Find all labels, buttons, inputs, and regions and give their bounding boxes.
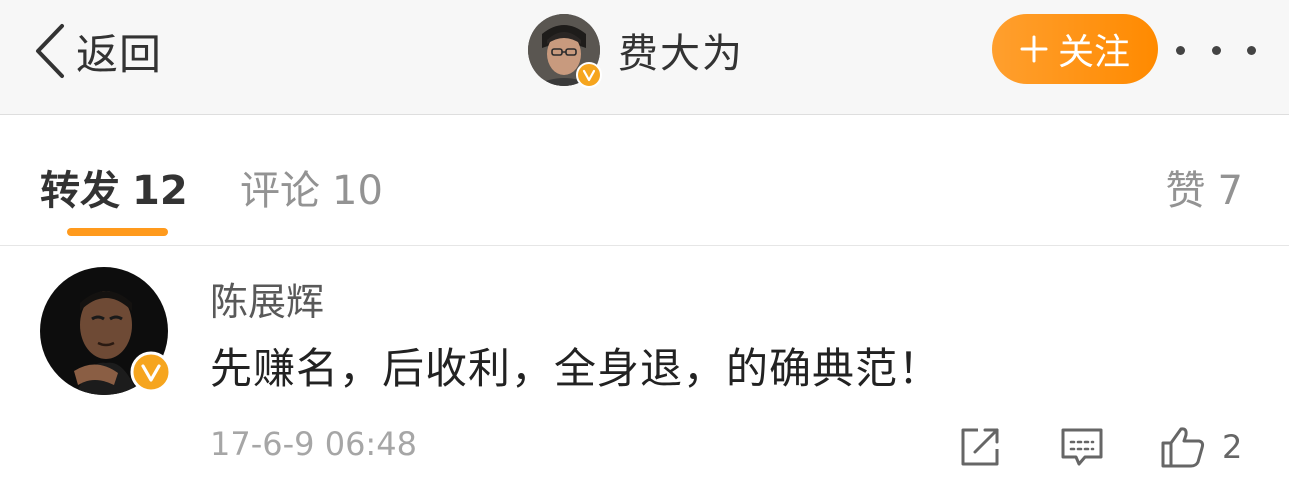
tab-repost[interactable]: 转发 12 [40, 158, 188, 216]
active-tab-indicator [67, 228, 168, 236]
comment-text: 先赚名，后收利，全身退，的确典范！ [210, 344, 942, 393]
nav-user-name[interactable]: 费大为 [618, 21, 744, 79]
commenter-avatar[interactable] [40, 267, 172, 395]
like-button[interactable]: 2 [1160, 425, 1242, 469]
like-count: 2 [1222, 428, 1243, 466]
more-options-button[interactable] [1176, 32, 1256, 68]
more-dots-icon [1211, 45, 1221, 55]
comment-timestamp: 17-6-9 06:48 [210, 425, 417, 463]
more-dots-icon [1247, 45, 1256, 55]
more-dots-icon [1176, 45, 1185, 55]
interaction-tabs: 转发 12 评论 10 赞7 [0, 116, 1289, 246]
follow-button[interactable]: 关注 [992, 14, 1158, 84]
list-item: 陈展辉 先赚名，后收利，全身退，的确典范！ 17-6-9 06:48 2 [0, 247, 1289, 493]
verified-badge-icon [130, 351, 172, 393]
back-button[interactable]: 返回 [28, 20, 162, 82]
commenter-name[interactable]: 陈展辉 [210, 271, 324, 326]
plus-icon [1020, 35, 1048, 63]
reply-button[interactable] [1060, 425, 1104, 469]
tab-comment[interactable]: 评论 10 [240, 158, 383, 216]
follow-label: 关注 [1057, 32, 1130, 73]
verified-badge-icon [576, 62, 602, 88]
tab-comment-count: 10 [332, 168, 383, 214]
tab-repost-label: 转发 [40, 168, 120, 214]
tab-comment-label: 评论 [240, 168, 320, 214]
user-avatar[interactable] [528, 14, 602, 88]
back-label: 返回 [76, 29, 163, 79]
nav-user-info: 费大为 [528, 14, 744, 88]
top-nav-bar: 返回 费大为 关注 [0, 0, 1289, 115]
thumbs-up-icon [1161, 427, 1205, 468]
share-button[interactable] [958, 425, 1002, 469]
share-icon [961, 428, 999, 466]
tab-like-count: 7 [1217, 168, 1243, 214]
chevron-left-icon [36, 24, 64, 78]
tab-like-label: 赞 [1165, 168, 1206, 214]
comment-icon [1061, 428, 1103, 466]
tab-like[interactable]: 赞7 [1166, 158, 1243, 216]
tab-repost-count: 12 [132, 168, 188, 214]
